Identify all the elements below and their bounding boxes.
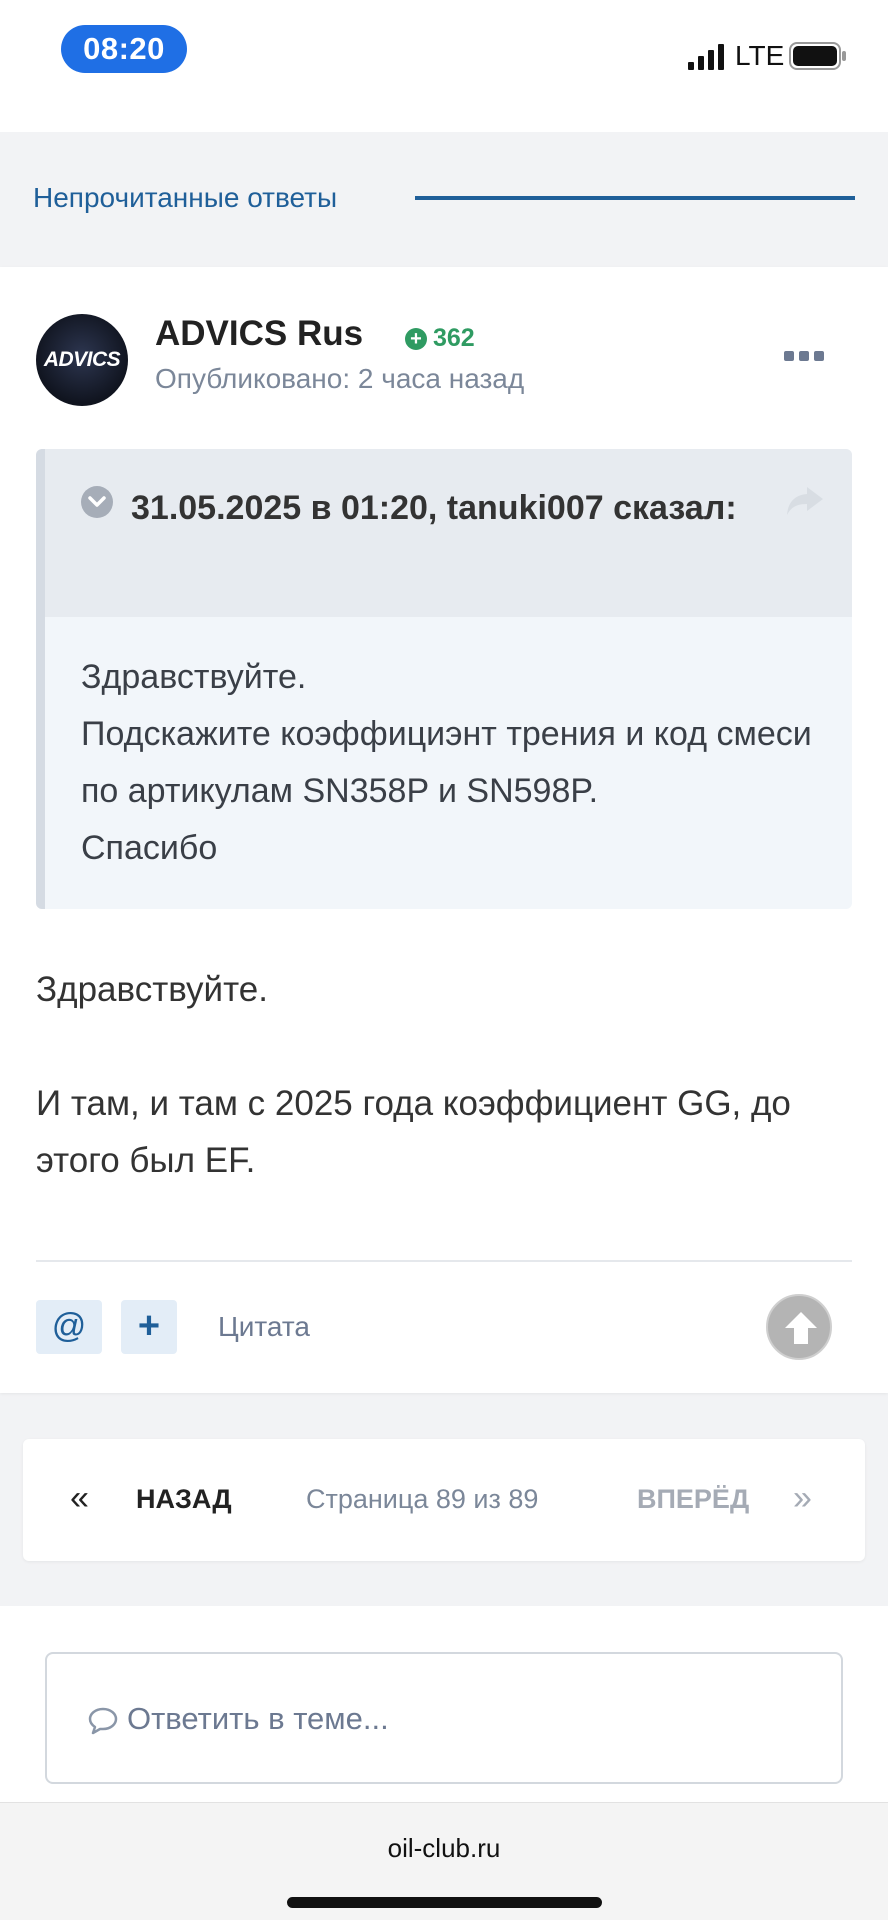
section-title[interactable]: Непрочитанные ответы bbox=[33, 182, 337, 214]
scroll-to-top-button[interactable] bbox=[766, 1294, 832, 1360]
post-author[interactable]: ADVICS Rus bbox=[155, 314, 363, 354]
reply-area: Ответить в теме... bbox=[0, 1606, 888, 1802]
plus-circle-icon: + bbox=[405, 327, 427, 350]
prev-page-button[interactable]: НАЗАД bbox=[136, 1484, 232, 1515]
quote-body: Здравствуйте. Подскажите коэффициэнт тре… bbox=[81, 649, 821, 877]
reply-input[interactable]: Ответить в теме... bbox=[45, 1652, 843, 1784]
post-content: Здравствуйте. И там, и там с 2025 года к… bbox=[36, 961, 836, 1189]
post-timestamp: Опубликовано: 2 часа назад bbox=[155, 363, 525, 394]
avatar[interactable]: ADVICS bbox=[36, 314, 128, 406]
page-indicator[interactable]: Страница 89 из 89 bbox=[306, 1484, 538, 1515]
reputation-badge: + 362 bbox=[405, 324, 475, 353]
arrow-up-icon bbox=[785, 1312, 817, 1344]
forum-post: ADVICS ADVICS Rus + 362 Опубликовано: 2 … bbox=[0, 267, 888, 1393]
quote-button[interactable]: Цитата bbox=[218, 1311, 310, 1343]
section-divider bbox=[415, 196, 855, 200]
pagination: « НАЗАД Страница 89 из 89 ВПЕРЁД » bbox=[23, 1439, 865, 1561]
quote-citation: 31.05.2025 в 01:20, tanuki007 сказал: bbox=[131, 489, 737, 527]
home-indicator[interactable] bbox=[287, 1897, 602, 1908]
speech-bubble-icon bbox=[88, 1707, 118, 1735]
quote-line: Подскажите коэффициэнт трения и код смес… bbox=[81, 715, 812, 810]
quote-line: Здравствуйте. bbox=[81, 658, 307, 696]
status-time: 08:20 bbox=[61, 25, 187, 73]
signal-icon bbox=[688, 44, 724, 70]
post-body: И там, и там с 2025 года коэффициент GG,… bbox=[36, 1084, 791, 1180]
share-icon[interactable] bbox=[785, 485, 825, 517]
next-arrow-icon: » bbox=[793, 1479, 812, 1517]
status-bar: 08:20 LTE bbox=[0, 0, 888, 132]
add-button[interactable]: + bbox=[121, 1300, 177, 1354]
mention-button[interactable]: @ bbox=[36, 1300, 102, 1354]
next-page-button: ВПЕРЁД bbox=[637, 1484, 750, 1514]
quote-block: 31.05.2025 в 01:20, tanuki007 сказал: Зд… bbox=[36, 449, 852, 909]
quote-header[interactable]: 31.05.2025 в 01:20, tanuki007 сказал: bbox=[45, 449, 852, 617]
reputation-count: 362 bbox=[433, 324, 475, 352]
address-url[interactable]: oil-club.ru bbox=[0, 1833, 888, 1864]
ellipsis-icon bbox=[784, 351, 794, 361]
post-greeting: Здравствуйте. bbox=[36, 970, 268, 1009]
divider bbox=[36, 1260, 852, 1262]
network-label: LTE bbox=[735, 40, 785, 71]
section-header: Непрочитанные ответы bbox=[0, 132, 888, 266]
browser-address-bar: oil-club.ru bbox=[0, 1802, 888, 1920]
reply-placeholder: Ответить в теме... bbox=[127, 1701, 389, 1736]
prev-arrow-icon[interactable]: « bbox=[70, 1479, 89, 1518]
quote-line: Спасибо bbox=[81, 829, 218, 867]
post-options-button[interactable] bbox=[784, 345, 824, 367]
battery-icon bbox=[789, 42, 846, 70]
